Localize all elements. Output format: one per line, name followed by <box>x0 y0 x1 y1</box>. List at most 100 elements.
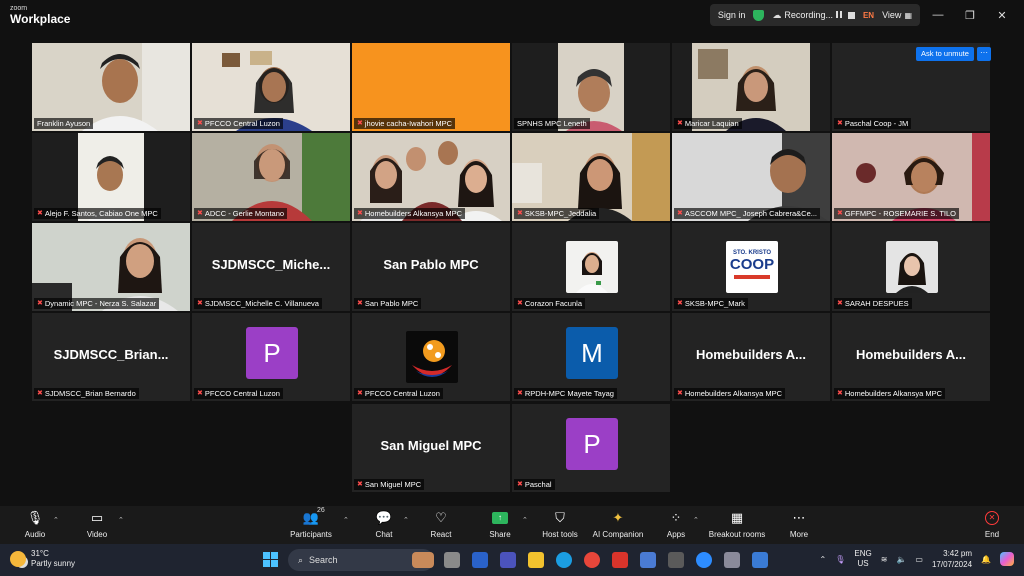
video-tile[interactable]: Franklin Ayuson <box>32 43 190 131</box>
mic-muted-icon: ✖ <box>197 300 203 307</box>
video-tile[interactable]: San Miguel MPC ✖ San Miguel MPC <box>352 404 510 492</box>
close-window-button[interactable]: ✕ <box>988 4 1016 26</box>
video-tile[interactable]: SPNHS MPC Leneth <box>512 43 670 131</box>
apps-options-chevron-icon[interactable]: ⌃ <box>693 516 699 524</box>
microphone-in-use-icon[interactable]: 🎙 <box>835 555 845 564</box>
windows-start-icon[interactable] <box>263 552 278 567</box>
stop-recording-icon[interactable] <box>847 11 855 19</box>
close-icon: ✕ <box>997 9 1007 22</box>
sign-in-button[interactable]: Sign in <box>718 10 746 20</box>
teams-icon[interactable] <box>500 552 516 568</box>
video-tile[interactable]: ✖ ADCC - Gerlie Montano <box>192 133 350 221</box>
chat-options-chevron-icon[interactable]: ⌃ <box>403 516 409 524</box>
calendar-app-icon[interactable] <box>640 552 656 568</box>
ai-companion-label: AI Companion <box>592 530 644 539</box>
weather-condition: Partly sunny <box>31 559 76 568</box>
apps-button[interactable]: ⁘ Apps <box>646 509 706 543</box>
video-tile[interactable]: ✖ Corazon Facunla <box>512 223 670 311</box>
video-tile[interactable]: ✖ Homebuilders Alkansya MPC <box>352 133 510 221</box>
video-tile[interactable]: ✖ jhovie cacha-Iwahori MPC <box>352 43 510 131</box>
video-tile[interactable]: San Pablo MPC ✖ San Pablo MPC <box>352 223 510 311</box>
audio-button[interactable]: 🎙 Audio <box>5 509 65 543</box>
video-options-chevron-icon[interactable]: ⌃ <box>118 516 124 524</box>
show-hidden-icons-chevron-icon[interactable]: ⌃ <box>820 555 827 564</box>
audio-options-chevron-icon[interactable]: ⌃ <box>53 516 59 524</box>
mic-muted-icon: ✖ <box>197 390 203 397</box>
zoom-app-icon[interactable] <box>696 552 712 568</box>
ask-to-unmute-button[interactable]: Ask to unmute <box>916 47 974 61</box>
view-button[interactable]: View ▦ <box>882 10 912 20</box>
video-tile[interactable]: Homebuilders A... ✖ Homebuilders Alkansya… <box>832 313 990 401</box>
notification-bell-icon[interactable]: 🔔 <box>981 555 991 564</box>
search-highlight-icon[interactable] <box>412 552 434 568</box>
participants-button[interactable]: 👥 26 Participants <box>281 507 341 543</box>
microphone-icon: 🎙 <box>26 510 44 525</box>
file-explorer-icon[interactable] <box>528 552 544 568</box>
video-tile[interactable]: ✖ Alejo F. Santos, Cabiao One MPC <box>32 133 190 221</box>
snipping-tool-icon[interactable] <box>724 552 740 568</box>
video-tile-active-speaker[interactable]: ✖ PFCCO Central Luzon <box>192 43 350 131</box>
windows-taskbar: 31°C Partly sunny ⌕ Search ⌃ 🎙 ENG US ≋ … <box>0 544 1024 576</box>
weather-widget[interactable]: 31°C Partly sunny <box>10 549 75 569</box>
end-label: End <box>984 530 1000 539</box>
mic-muted-icon: ✖ <box>517 481 523 488</box>
video-camera-icon: ▭ <box>90 510 104 525</box>
video-tile[interactable]: M ✖ RPDH-MPC Mayete Tayag <box>512 313 670 401</box>
host-tools-button[interactable]: ⛉ Host tools <box>530 509 590 543</box>
meeting-status-group: Sign in ☁ Recording... EN View ▦ <box>709 4 920 26</box>
video-tile[interactable]: P ✖ Paschal <box>512 404 670 492</box>
language-interpretation-button[interactable]: EN <box>863 11 874 20</box>
video-tile[interactable]: ✖ GFFMPC - ROSEMARIE S. TILO <box>832 133 990 221</box>
mic-muted-icon: ✖ <box>357 481 363 488</box>
video-tile[interactable]: ✖ PFCCO Central Luzon <box>352 313 510 401</box>
video-tile[interactable]: P ✖ PFCCO Central Luzon <box>192 313 350 401</box>
video-tile[interactable]: ✖ Dynamic MPC - Nerza S. Salazar <box>32 223 190 311</box>
partly-sunny-icon <box>10 551 26 567</box>
edge-browser-icon[interactable] <box>556 552 572 568</box>
tile-more-options-button[interactable]: ··· <box>977 47 991 61</box>
battery-icon[interactable]: ▭ <box>915 555 923 564</box>
paint-app-icon[interactable] <box>752 552 768 568</box>
participant-name: ✖ Homebuilders Alkansya MPC <box>354 208 465 219</box>
breakout-rooms-button[interactable]: ▦ Breakout rooms <box>707 509 767 543</box>
participant-name: ✖ Dynamic MPC - Nerza S. Salazar <box>34 298 160 309</box>
video-tile[interactable]: SJDMSCC_Miche... ✖ SJDMSCC_Michelle C. Vi… <box>192 223 350 311</box>
microsoft-store-icon[interactable] <box>472 552 488 568</box>
video-tile[interactable]: Homebuilders A... ✖ Homebuilders Alkansya… <box>672 313 830 401</box>
video-tile[interactable]: ✖ ASCCOM MPC_ Joseph Cabrera&Ce... <box>672 133 830 221</box>
chrome-browser-icon[interactable] <box>584 552 600 568</box>
maximize-button[interactable]: ❐ <box>956 4 984 26</box>
react-button[interactable]: ♡ React <box>411 509 471 543</box>
video-tile[interactable]: SJDMSCC_Brian... ✖ SJDMSCC_Brian Bernardo <box>32 313 190 401</box>
participant-name: ✖ Paschal Coop - JM <box>834 118 912 129</box>
wps-office-icon[interactable] <box>612 552 628 568</box>
pause-recording-icon[interactable] <box>835 10 844 20</box>
chat-button[interactable]: 💬 Chat <box>354 509 414 543</box>
logo-line-2: COOP <box>729 256 775 273</box>
video-tile[interactable]: ✖ SKSB-MPC_Jeddalia <box>512 133 670 221</box>
video-tile[interactable]: ✖ Maricar Laquian <box>672 43 830 131</box>
copilot-icon[interactable] <box>1000 552 1014 566</box>
host-tools-label: Host tools <box>542 530 578 539</box>
wifi-icon[interactable]: ≋ <box>881 555 888 564</box>
ai-companion-button[interactable]: ✦ AI Companion <box>588 509 648 543</box>
title-bar: zoom Workplace Sign in ☁ Recording... EN… <box>0 0 1024 30</box>
security-shield-icon[interactable] <box>753 9 765 21</box>
share-button[interactable]: ↑ Share <box>470 509 530 543</box>
recording-indicator[interactable]: ☁ Recording... <box>772 10 855 21</box>
task-view-icon[interactable] <box>444 552 460 568</box>
input-language-indicator[interactable]: ENG US <box>854 549 871 569</box>
minimize-button[interactable]: — <box>924 4 952 26</box>
share-options-chevron-icon[interactable]: ⌃ <box>522 516 528 524</box>
video-tile[interactable]: ✖ SARAH DESPUES <box>832 223 990 311</box>
mic-muted-icon: ✖ <box>677 300 683 307</box>
taskbar-clock[interactable]: 3:42 pm 17/07/2024 <box>932 548 972 570</box>
video-tile[interactable]: STO. KRISTO COOP ✖ SKSB-MPC_Mark <box>672 223 830 311</box>
more-button[interactable]: ⋯ More <box>769 509 829 543</box>
volume-icon[interactable]: 🔈 <box>896 555 906 564</box>
unknown-app-icon[interactable] <box>668 552 684 568</box>
video-button[interactable]: ▭ Video <box>67 509 127 543</box>
participants-options-chevron-icon[interactable]: ⌃ <box>343 516 349 524</box>
apps-icon: ⁘ <box>670 510 682 525</box>
end-meeting-button[interactable]: ✕ End <box>962 509 1022 543</box>
